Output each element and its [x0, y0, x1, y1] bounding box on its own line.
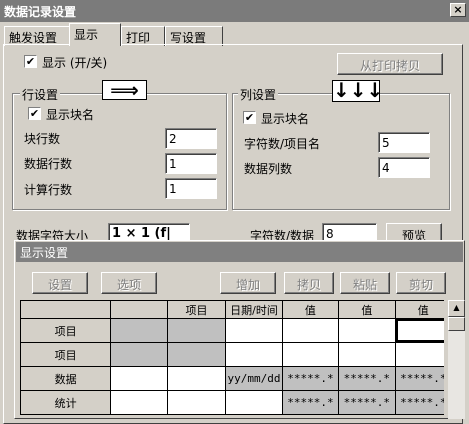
right-arrow-icon: ⟹ [102, 80, 147, 100]
row-settings-legend: 行设置 [20, 86, 61, 103]
table-row: 数据 yy/mm/dd *****.* *****.* *****.* [20, 366, 444, 391]
check-mark-icon: ✔ [25, 55, 36, 68]
grid-cell[interactable]: *****.* [394, 366, 444, 391]
grid-cell[interactable] [225, 318, 283, 343]
cut-button[interactable]: 剪切 [396, 272, 446, 294]
grid-cell[interactable]: *****.* [394, 390, 444, 415]
tab-label: 写设置 [170, 31, 207, 45]
paste-button[interactable]: 粘贴 [340, 272, 390, 294]
grid-cell[interactable]: yy/mm/dd [225, 366, 283, 391]
down-arrows-icon: ↓↓↓ [332, 78, 384, 102]
copy-button[interactable]: 拷贝 [284, 272, 334, 294]
data-rows-field[interactable]: 1 [165, 153, 217, 174]
col-settings-legend: 列设置 [238, 86, 279, 103]
grid-cell[interactable] [338, 342, 396, 367]
grid-cell[interactable] [225, 342, 283, 367]
display-settings-title: 显示设置 [20, 246, 69, 260]
grid-cell[interactable] [281, 342, 340, 367]
grid-cell[interactable] [166, 318, 227, 343]
table-row: 统计 *****.* *****.* *****.* [20, 390, 444, 415]
data-columns-field[interactable]: 4 [378, 157, 430, 178]
tab-trigger-settings[interactable]: 触发设置 [4, 26, 70, 46]
tab-label: 显示 [74, 28, 99, 42]
row-header-cell[interactable]: 项目 [20, 318, 112, 343]
display-grid-viewport: 项目 日期/时间 值 值 值 项目 项目 数据 yy/mm/dd *****.*… [20, 300, 444, 419]
grid-header-cell: 值 [281, 300, 340, 319]
check-mark-icon: ✔ [29, 107, 40, 120]
grid-cell[interactable] [110, 318, 168, 343]
tab-label: 打印 [126, 31, 151, 45]
col-show-block-name-label: 显示块名 [261, 112, 310, 126]
data-columns-label: 数据列数 [244, 162, 293, 176]
row-show-block-name-checkbox[interactable]: ✔ [28, 107, 41, 120]
copy-from-print-button[interactable]: 从打印拷贝 [337, 53, 443, 75]
data-rows-label: 数据行数 [24, 157, 73, 171]
grid-cell[interactable] [166, 390, 227, 415]
grid-corner-cell [20, 300, 112, 319]
grid-cell[interactable] [110, 342, 168, 367]
chars-per-item-name-field[interactable]: 5 [378, 132, 430, 153]
grid-vertical-scrollbar[interactable]: ▲ [448, 300, 465, 419]
grid-header-cell: 值 [394, 300, 444, 319]
tab-write-settings[interactable]: 写设置 [165, 26, 223, 46]
grid-header-cell: 日期/时间 [225, 300, 283, 319]
grid-cell[interactable] [394, 342, 444, 367]
show-checkbox-label: 显示 (开/关) [42, 56, 108, 70]
add-button[interactable]: 增加 [220, 272, 276, 294]
row-header-cell[interactable]: 统计 [20, 390, 112, 415]
close-icon: × [453, 3, 463, 16]
scroll-thumb[interactable] [448, 317, 465, 331]
grid-cell[interactable]: *****.* [281, 390, 340, 415]
show-checkbox[interactable]: ✔ [24, 55, 37, 68]
grid-header-cell: 值 [338, 300, 396, 319]
row-header-cell[interactable]: 数据 [20, 366, 112, 391]
table-row: 项目 [20, 318, 444, 343]
calc-rows-field[interactable]: 1 [165, 178, 217, 199]
settings-button[interactable]: 设置 [32, 272, 88, 294]
selected-grid-cell[interactable] [394, 318, 444, 343]
grid-cell[interactable] [281, 318, 340, 343]
grid-cell[interactable] [166, 342, 227, 367]
tab-display[interactable]: 显示 [69, 23, 121, 46]
grid-header-cell [110, 300, 168, 319]
row-show-block-name-label: 显示块名 [46, 108, 95, 122]
chars-per-item-name-label: 字符数/项目名 [244, 137, 321, 151]
block-rows-field[interactable]: 2 [165, 128, 217, 149]
grid-cell[interactable]: *****.* [281, 366, 340, 391]
col-show-block-name-checkbox[interactable]: ✔ [243, 111, 256, 124]
tab-label: 触发设置 [9, 31, 58, 45]
block-rows-label: 块行数 [24, 132, 61, 146]
window-title: 数据记录设置 [4, 5, 77, 19]
calc-rows-label: 计算行数 [24, 183, 73, 197]
grid-cell[interactable] [225, 390, 283, 415]
window-title-bar: 数据记录设置 [0, 0, 469, 22]
grid-cell[interactable]: *****.* [338, 390, 396, 415]
close-button[interactable]: × [450, 3, 466, 17]
data-char-size-value: 1 × 1 (f| [112, 226, 171, 241]
row-header-cell[interactable]: 项目 [20, 342, 112, 367]
scroll-up-arrow-icon[interactable]: ▲ [448, 300, 465, 317]
tab-print[interactable]: 打印 [121, 26, 165, 46]
grid-header-row: 项目 日期/时间 值 值 值 [20, 300, 444, 319]
grid-cell[interactable] [338, 318, 396, 343]
display-settings-title-bar: 显示设置 [16, 242, 463, 262]
grid-cell[interactable] [166, 366, 227, 391]
options-button[interactable]: 选项 [101, 272, 157, 294]
grid-cell[interactable]: *****.* [338, 366, 396, 391]
grid-cell[interactable] [110, 366, 168, 391]
grid-cell[interactable] [110, 390, 168, 415]
display-grid: 项目 日期/时间 值 值 值 项目 项目 数据 yy/mm/dd *****.*… [20, 300, 444, 415]
grid-header-cell: 项目 [166, 300, 227, 319]
check-mark-icon: ✔ [244, 111, 255, 124]
table-row: 项目 [20, 342, 444, 367]
